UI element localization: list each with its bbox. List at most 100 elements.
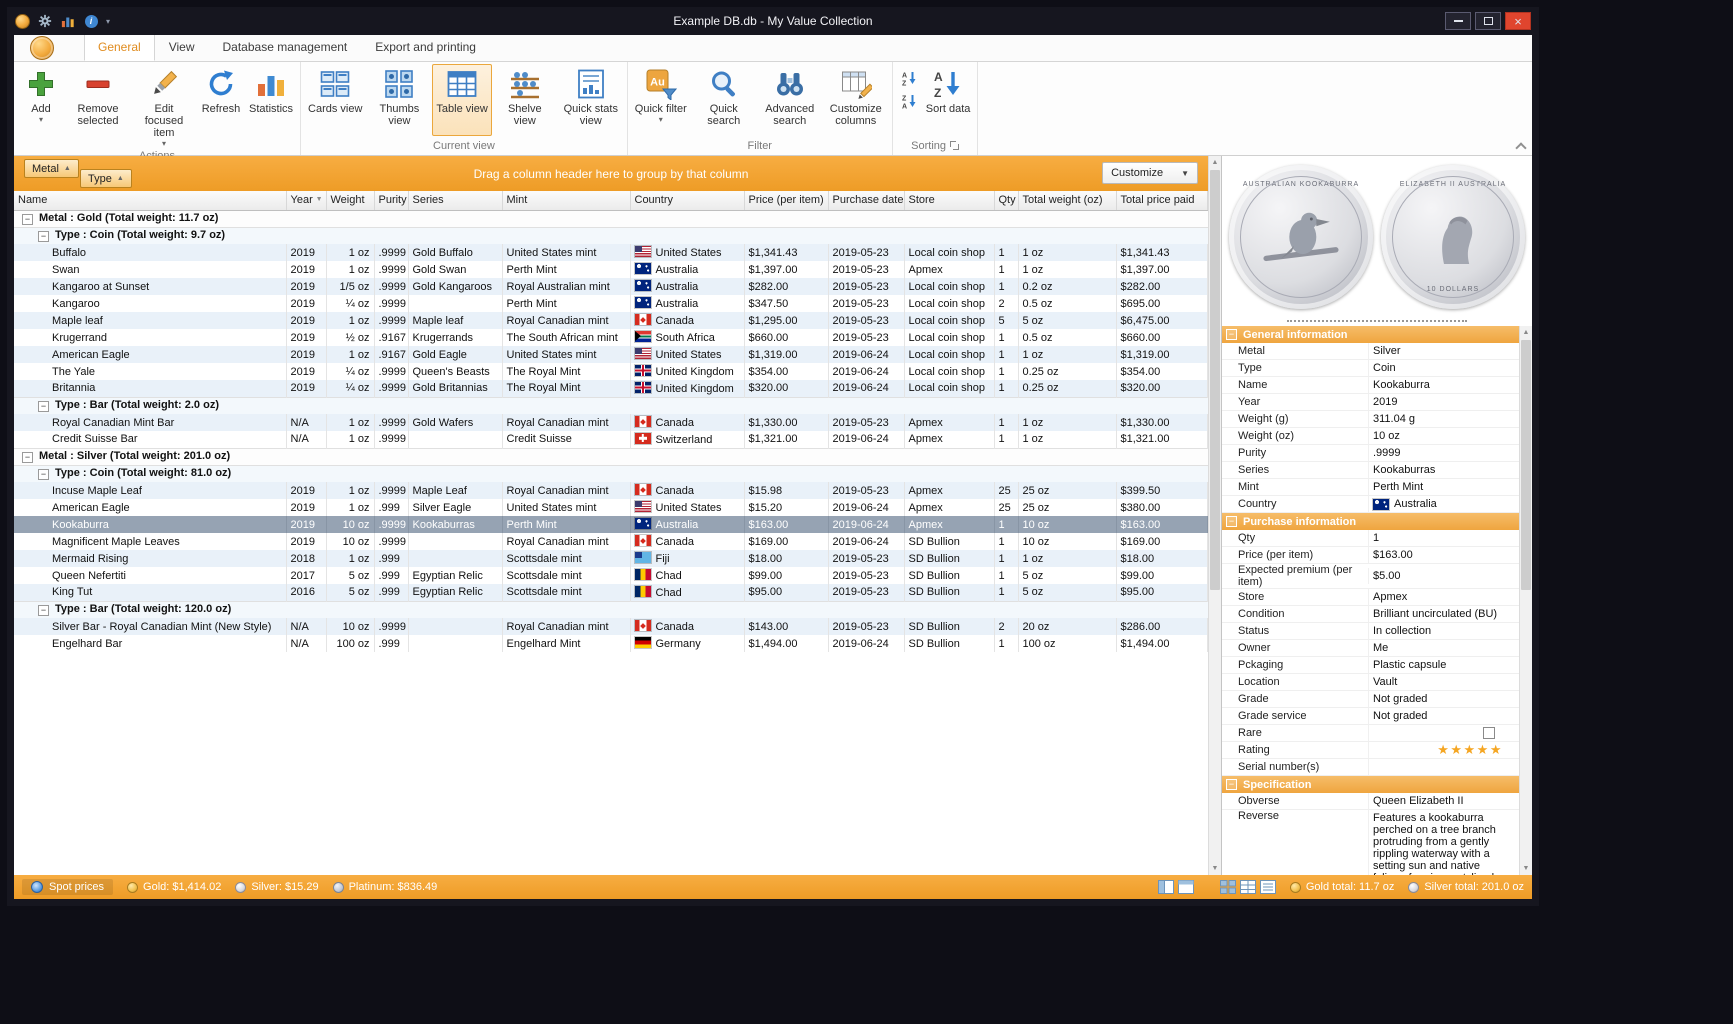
- scroll-down-icon[interactable]: ▼: [1209, 862, 1221, 875]
- collapse-group-icon[interactable]: −: [38, 401, 49, 412]
- close-button[interactable]: ×: [1505, 12, 1531, 30]
- field-value[interactable]: ★★★★★: [1368, 742, 1519, 758]
- section-header-purchase-information[interactable]: −Purchase information: [1222, 513, 1519, 530]
- table-row-american-eagle[interactable]: American Eagle20191 oz.999Silver EagleUn…: [14, 499, 1208, 516]
- field-value[interactable]: [1368, 759, 1519, 775]
- file-menu-button[interactable]: [30, 36, 54, 60]
- detail-scroll-thumb[interactable]: [1521, 340, 1531, 590]
- cards-view-button[interactable]: Cards view: [304, 64, 366, 136]
- edit-focused-item-button[interactable]: Edit focused item▾: [131, 64, 197, 150]
- column-header-mint[interactable]: Mint: [502, 191, 630, 210]
- field-value[interactable]: Brilliant uncirculated (BU): [1368, 606, 1519, 622]
- field-value[interactable]: Not graded: [1368, 691, 1519, 707]
- field-value[interactable]: Plastic capsule: [1368, 657, 1519, 673]
- quick-search-button[interactable]: Quick search: [691, 64, 757, 136]
- settings-gear-icon[interactable]: [37, 13, 53, 29]
- group-chip-type[interactable]: Type▲: [80, 169, 132, 188]
- column-header-purchase-date[interactable]: Purchase date: [828, 191, 904, 210]
- collapse-group-icon[interactable]: −: [22, 452, 33, 463]
- collapse-group-icon[interactable]: −: [38, 231, 49, 242]
- table-row-credit-suisse-bar[interactable]: Credit Suisse BarN/A1 oz.9999Credit Suis…: [14, 431, 1208, 448]
- grid-view-icon[interactable]: [1220, 880, 1236, 894]
- panel-splitter[interactable]: [1287, 320, 1467, 322]
- ribbon-collapse-chevron[interactable]: [1516, 141, 1524, 149]
- table-row-incuse-maple-leaf[interactable]: Incuse Maple Leaf20191 oz.9999Maple Leaf…: [14, 482, 1208, 499]
- field-value[interactable]: 311.04 g: [1368, 411, 1519, 427]
- maximize-button[interactable]: [1475, 12, 1501, 30]
- sortaz-button[interactable]: AZ: [899, 68, 919, 88]
- table-row-maple-leaf[interactable]: Maple leaf20191 oz.9999Maple leafRoyal C…: [14, 312, 1208, 329]
- column-header-purity[interactable]: Purity: [374, 191, 408, 210]
- collapse-group-icon[interactable]: −: [22, 214, 33, 225]
- section-header-specification[interactable]: −Specification: [1222, 776, 1519, 793]
- tab-export-and-printing[interactable]: Export and printing: [361, 35, 490, 61]
- field-value[interactable]: Perth Mint: [1368, 479, 1519, 495]
- group-row-type-coin-total-weight-9-7-oz[interactable]: −Type : Coin (Total weight: 9.7 oz): [14, 227, 1208, 244]
- column-header-year[interactable]: Year▼: [286, 191, 326, 210]
- sort-data-button[interactable]: AZSort data: [922, 64, 975, 136]
- collapse-section-icon[interactable]: −: [1226, 779, 1237, 790]
- field-value[interactable]: Features a kookaburra perched on a tree …: [1368, 810, 1519, 875]
- column-header-qty[interactable]: Qty: [994, 191, 1018, 210]
- field-value[interactable]: Me: [1368, 640, 1519, 656]
- quick-access-dropdown-icon[interactable]: ▾: [106, 17, 110, 26]
- table-row-the-yale[interactable]: The Yale2019¼ oz.9999Queen's BeastsThe R…: [14, 363, 1208, 380]
- rating-stars[interactable]: ★★★★★: [1437, 742, 1515, 758]
- table-row-american-eagle[interactable]: American Eagle20191 oz.9167Gold EagleUni…: [14, 346, 1208, 363]
- list-view-icon[interactable]: [1260, 880, 1276, 894]
- quick-stats-view-button[interactable]: Quick stats view: [558, 64, 624, 136]
- detail-vertical-scrollbar[interactable]: ▲ ▼: [1519, 326, 1532, 875]
- group-row-type-coin-total-weight-81-0-oz[interactable]: −Type : Coin (Total weight: 81.0 oz): [14, 465, 1208, 482]
- card-view-icon[interactable]: [1178, 880, 1194, 894]
- column-header-series[interactable]: Series: [408, 191, 502, 210]
- field-value[interactable]: Kookaburra: [1368, 377, 1519, 393]
- table-scroll-thumb[interactable]: [1210, 170, 1220, 590]
- group-row-type-bar-total-weight-120-0-oz[interactable]: −Type : Bar (Total weight: 120.0 oz): [14, 601, 1208, 618]
- refresh-button[interactable]: Refresh: [197, 64, 245, 136]
- quick-filter-button[interactable]: AuQuick filter▾: [631, 64, 691, 136]
- table-row-buffalo[interactable]: Buffalo20191 oz.9999Gold BuffaloUnited S…: [14, 244, 1208, 261]
- table-row-krugerrand[interactable]: Krugerrand2019½ oz.9167KrugerrandsThe So…: [14, 329, 1208, 346]
- table-row-kangaroo[interactable]: Kangaroo2019¼ oz.9999Perth MintAustralia…: [14, 295, 1208, 312]
- table-row-britannia[interactable]: Britannia2019¼ oz.9999Gold BritanniasThe…: [14, 380, 1208, 397]
- collapse-group-icon[interactable]: −: [38, 605, 49, 616]
- column-header-country[interactable]: Country: [630, 191, 744, 210]
- field-value[interactable]: 2019: [1368, 394, 1519, 410]
- coin-obverse-image[interactable]: ELIZABETH II AUSTRALIA 10 DOLLARS: [1381, 165, 1525, 309]
- minimize-button[interactable]: [1445, 12, 1471, 30]
- dialog-launcher-icon[interactable]: [950, 141, 959, 150]
- customize-columns-button[interactable]: Customize columns: [823, 64, 889, 136]
- sortza-button[interactable]: ZA: [899, 91, 919, 111]
- column-header-price-per-item[interactable]: Price (per item): [744, 191, 828, 210]
- tab-view[interactable]: View: [155, 35, 209, 61]
- group-chip-metal[interactable]: Metal▲: [24, 159, 79, 178]
- rare-checkbox[interactable]: [1483, 727, 1495, 739]
- table-row-royal-canadian-mint-bar[interactable]: Royal Canadian Mint BarN/A1 oz.9999Gold …: [14, 414, 1208, 431]
- table-row-kangaroo-at-sunset[interactable]: Kangaroo at Sunset20191/5 oz.9999Gold Ka…: [14, 278, 1208, 295]
- collapse-group-icon[interactable]: −: [38, 469, 49, 480]
- remove-selected-button[interactable]: Remove selected: [65, 64, 131, 136]
- tab-general[interactable]: General: [84, 35, 155, 61]
- field-value[interactable]: $5.00: [1368, 568, 1519, 584]
- field-value[interactable]: Queen Elizabeth II: [1368, 793, 1519, 809]
- field-value[interactable]: 10 oz: [1368, 428, 1519, 444]
- field-value[interactable]: Silver: [1368, 343, 1519, 359]
- table-row-silver-bar-royal-canadian-mint-new-style[interactable]: Silver Bar - Royal Canadian Mint (New St…: [14, 618, 1208, 635]
- column-header-name[interactable]: Name: [14, 191, 286, 210]
- group-row-type-bar-total-weight-2-0-oz[interactable]: −Type : Bar (Total weight: 2.0 oz): [14, 397, 1208, 414]
- field-value[interactable]: Coin: [1368, 360, 1519, 376]
- collapse-section-icon[interactable]: −: [1226, 516, 1237, 527]
- advanced-search-button[interactable]: Advanced search: [757, 64, 823, 136]
- info-icon[interactable]: i: [83, 13, 99, 29]
- column-header-total-weight-oz[interactable]: Total weight (oz): [1018, 191, 1116, 210]
- spot-prices-item[interactable]: Spot prices: [22, 879, 113, 895]
- field-value[interactable]: Australia: [1368, 496, 1519, 512]
- field-value[interactable]: In collection: [1368, 623, 1519, 639]
- table-row-queen-nefertiti[interactable]: Queen Nefertiti20175 oz.999Egyptian Reli…: [14, 567, 1208, 584]
- group-row-metal-gold-total-weight-11-7-o[interactable]: −Metal : Gold (Total weight: 11.7 oz): [14, 210, 1208, 227]
- group-row-metal-silver-total-weight-201-[interactable]: −Metal : Silver (Total weight: 201.0 oz): [14, 448, 1208, 465]
- field-value[interactable]: $163.00: [1368, 547, 1519, 563]
- table-row-engelhard-bar[interactable]: Engelhard BarN/A100 oz.999Engelhard Mint…: [14, 635, 1208, 652]
- thumbs-view-button[interactable]: Thumbs view: [366, 64, 432, 136]
- section-header-general-information[interactable]: −General information: [1222, 326, 1519, 343]
